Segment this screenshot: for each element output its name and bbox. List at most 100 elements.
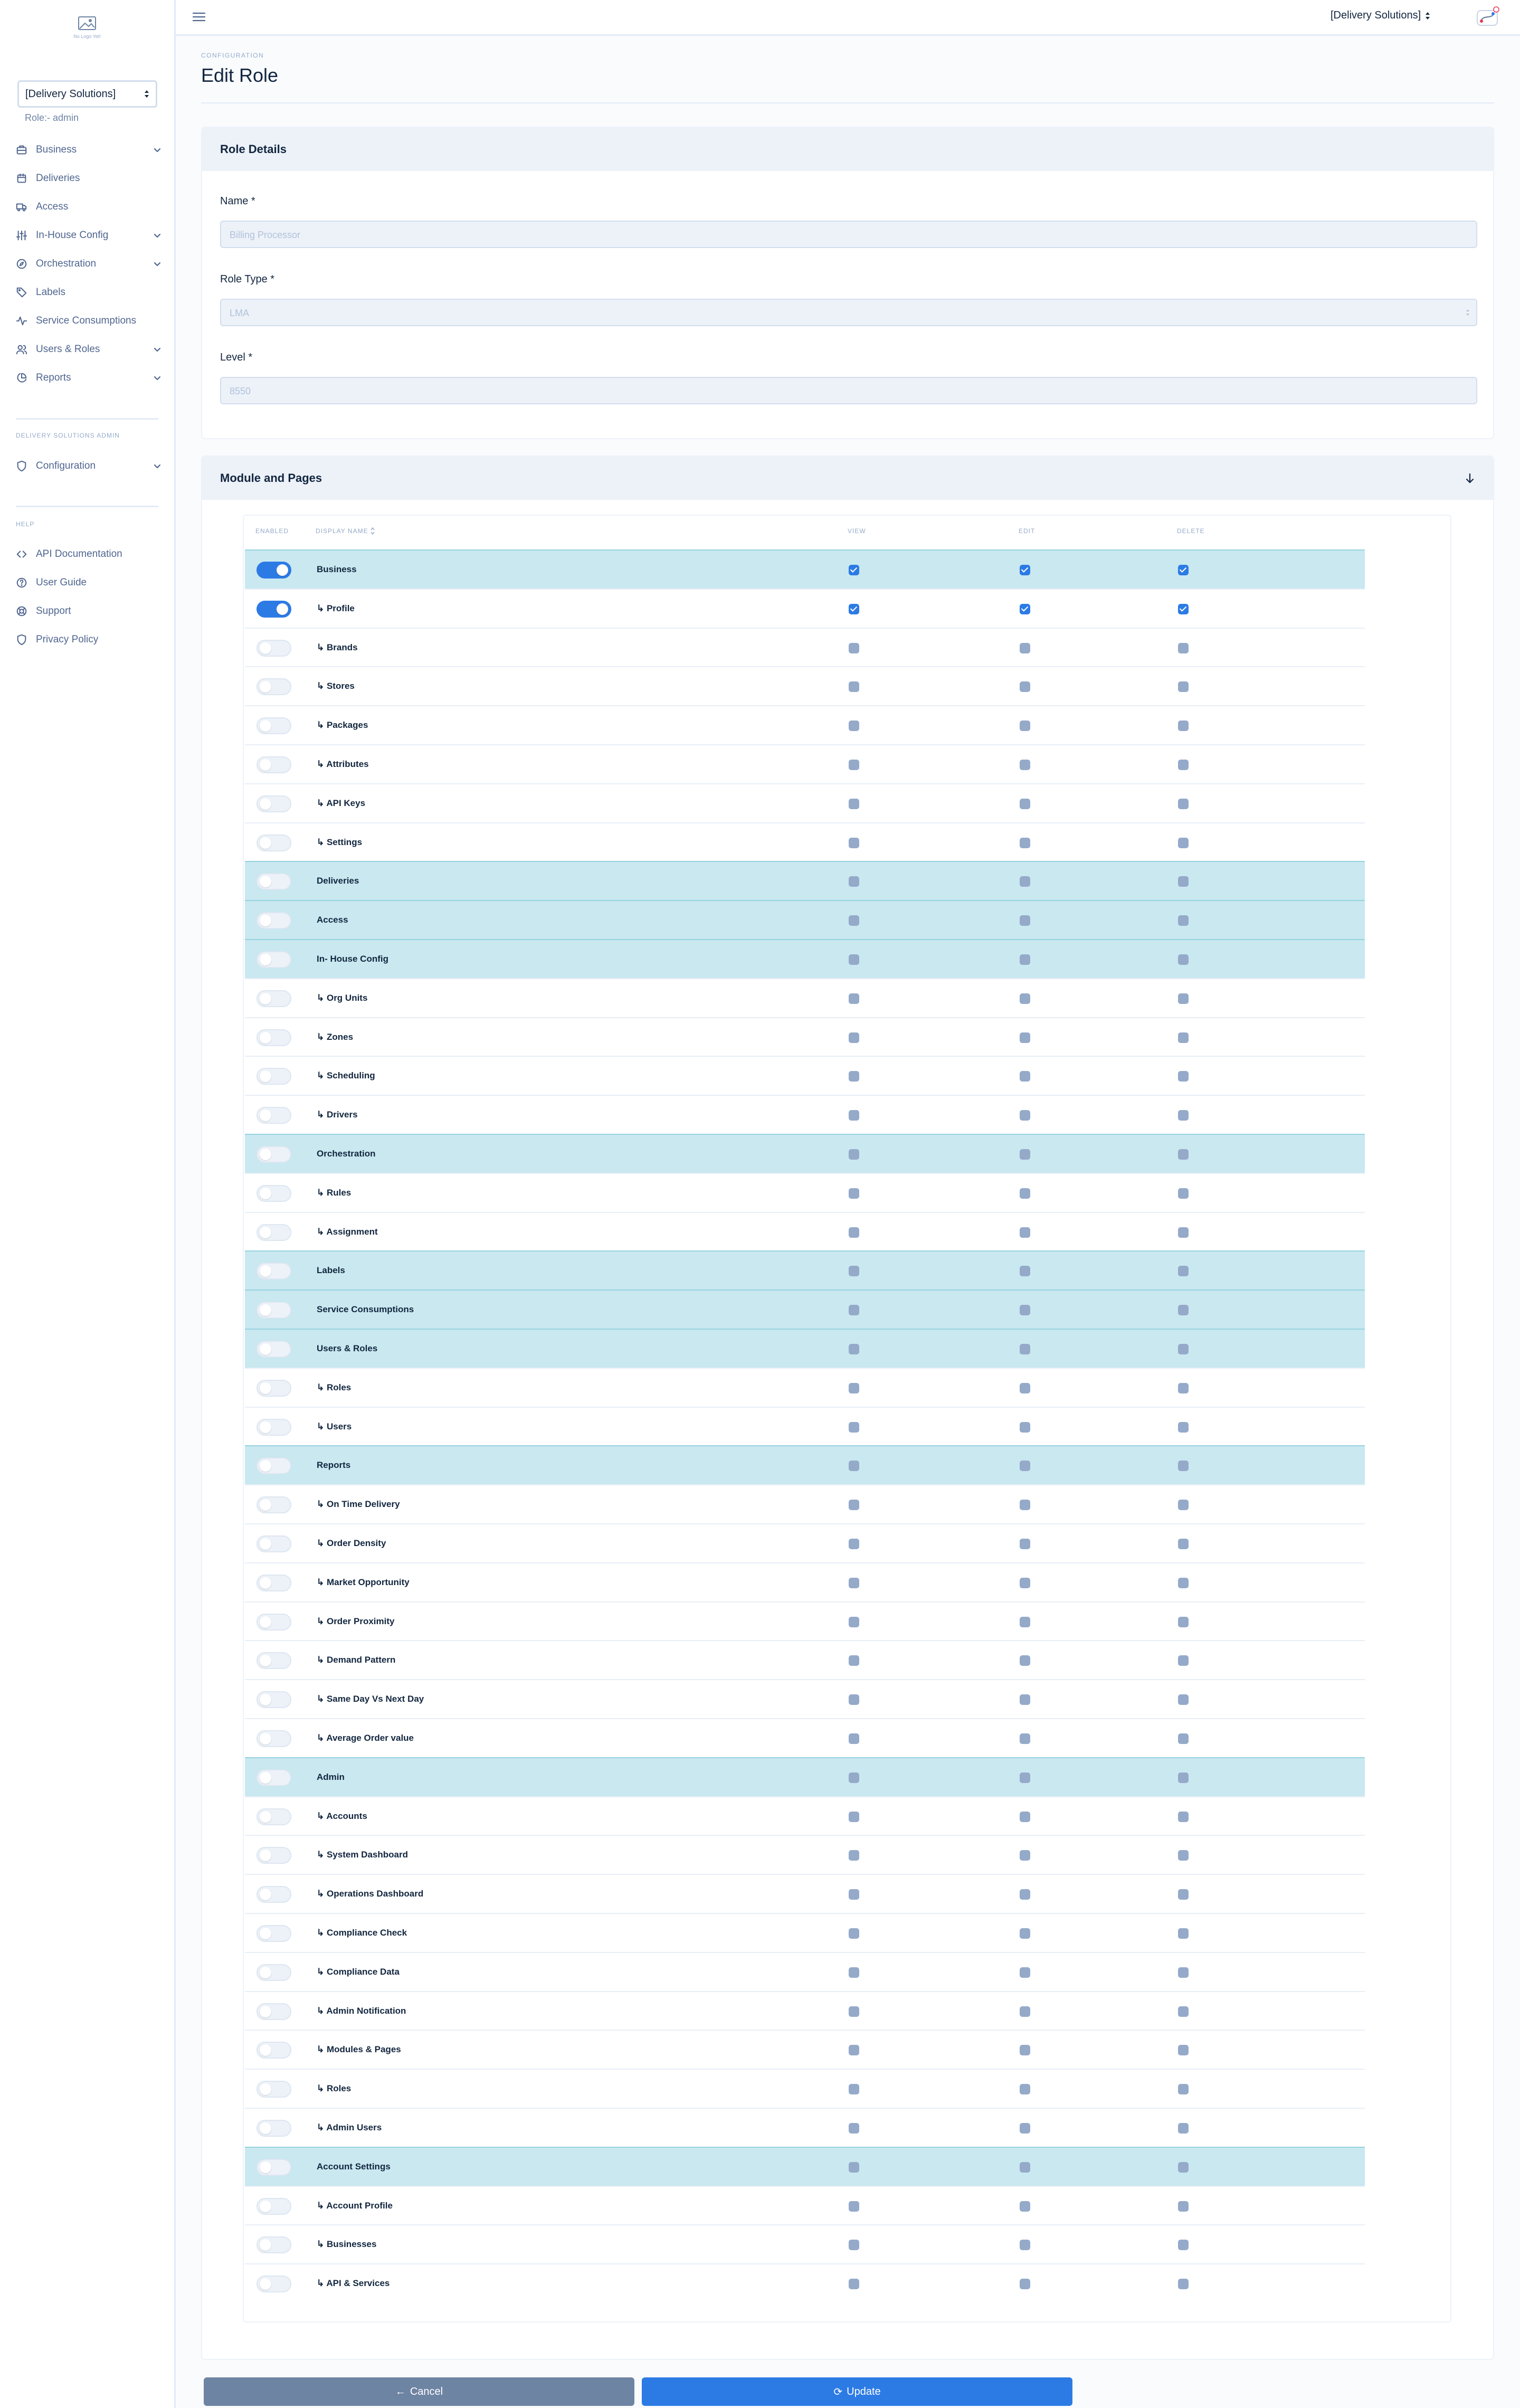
edit-checkbox[interactable] xyxy=(1020,993,1030,1004)
delete-checkbox[interactable] xyxy=(1178,1850,1189,1861)
arrow-down-icon[interactable] xyxy=(1465,472,1475,484)
edit-checkbox[interactable] xyxy=(1020,2279,1030,2290)
col-display-name[interactable]: DISPLAY NAME xyxy=(316,527,375,535)
sidebar-item-api-documentation[interactable]: API Documentation xyxy=(16,545,162,563)
delete-checkbox[interactable] xyxy=(1178,1733,1189,1744)
view-checkbox[interactable] xyxy=(849,1382,859,1393)
edit-checkbox[interactable] xyxy=(1020,1811,1030,1822)
view-checkbox[interactable] xyxy=(849,798,859,809)
edit-checkbox[interactable] xyxy=(1020,1461,1030,1472)
view-checkbox[interactable] xyxy=(849,2240,859,2251)
user-avatar-button[interactable] xyxy=(1474,5,1500,29)
delete-checkbox[interactable] xyxy=(1178,760,1189,770)
delete-checkbox[interactable] xyxy=(1178,1227,1189,1238)
view-checkbox[interactable] xyxy=(849,1071,859,1082)
enabled-toggle[interactable] xyxy=(256,1068,291,1085)
edit-checkbox[interactable] xyxy=(1020,603,1030,614)
edit-checkbox[interactable] xyxy=(1020,1967,1030,1978)
enabled-toggle[interactable] xyxy=(256,951,291,968)
edit-checkbox[interactable] xyxy=(1020,642,1030,653)
view-checkbox[interactable] xyxy=(849,1227,859,1238)
edit-checkbox[interactable] xyxy=(1020,1071,1030,1082)
view-checkbox[interactable] xyxy=(849,2161,859,2173)
sidebar-item-business[interactable]: Business xyxy=(16,141,162,159)
enabled-toggle[interactable] xyxy=(256,1730,291,1747)
edit-checkbox[interactable] xyxy=(1020,2006,1030,2017)
delete-checkbox[interactable] xyxy=(1178,642,1189,653)
view-checkbox[interactable] xyxy=(849,876,859,887)
sidebar-item-labels[interactable]: Labels xyxy=(16,283,162,301)
view-checkbox[interactable] xyxy=(849,1889,859,1900)
sidebar-item-access[interactable]: Access xyxy=(16,198,162,216)
enabled-toggle[interactable] xyxy=(256,639,291,657)
enabled-toggle[interactable] xyxy=(256,1613,291,1630)
view-checkbox[interactable] xyxy=(849,2279,859,2290)
delete-checkbox[interactable] xyxy=(1178,1461,1189,1472)
delete-checkbox[interactable] xyxy=(1178,2045,1189,2056)
edit-checkbox[interactable] xyxy=(1020,1577,1030,1588)
delete-checkbox[interactable] xyxy=(1178,1539,1189,1549)
view-checkbox[interactable] xyxy=(849,2006,859,2017)
view-checkbox[interactable] xyxy=(849,603,859,614)
delete-checkbox[interactable] xyxy=(1178,1032,1189,1043)
delete-checkbox[interactable] xyxy=(1178,565,1189,575)
sidebar-item-privacy-policy[interactable]: Privacy Policy xyxy=(16,631,162,649)
view-checkbox[interactable] xyxy=(849,1149,859,1160)
enabled-toggle[interactable] xyxy=(256,2158,291,2176)
edit-checkbox[interactable] xyxy=(1020,760,1030,770)
delete-checkbox[interactable] xyxy=(1178,876,1189,887)
enabled-toggle[interactable] xyxy=(256,2236,291,2254)
delete-checkbox[interactable] xyxy=(1178,2161,1189,2173)
edit-checkbox[interactable] xyxy=(1020,1110,1030,1121)
delete-checkbox[interactable] xyxy=(1178,1149,1189,1160)
view-checkbox[interactable] xyxy=(849,1616,859,1627)
enabled-toggle[interactable] xyxy=(256,756,291,773)
delete-checkbox[interactable] xyxy=(1178,1694,1189,1705)
edit-checkbox[interactable] xyxy=(1020,1305,1030,1316)
view-checkbox[interactable] xyxy=(849,1188,859,1199)
sidebar-item-user-guide[interactable]: User Guide xyxy=(16,574,162,592)
delete-checkbox[interactable] xyxy=(1178,2201,1189,2212)
edit-checkbox[interactable] xyxy=(1020,565,1030,575)
enabled-toggle[interactable] xyxy=(256,1224,291,1241)
delete-checkbox[interactable] xyxy=(1178,603,1189,614)
enabled-toggle[interactable] xyxy=(256,795,291,812)
enabled-toggle[interactable] xyxy=(256,2276,291,2293)
delete-checkbox[interactable] xyxy=(1178,2006,1189,2017)
delete-checkbox[interactable] xyxy=(1178,1967,1189,1978)
enabled-toggle[interactable] xyxy=(256,1107,291,1124)
role-type-select[interactable]: LMA xyxy=(220,299,1477,326)
sidebar-item-service-consumptions[interactable]: Service Consumptions xyxy=(16,312,162,330)
delete-checkbox[interactable] xyxy=(1178,1889,1189,1900)
enabled-toggle[interactable] xyxy=(256,912,291,930)
sidebar-item-in-house-config[interactable]: In-House Config xyxy=(16,226,162,244)
view-checkbox[interactable] xyxy=(849,1110,859,1121)
view-checkbox[interactable] xyxy=(849,1577,859,1588)
enabled-toggle[interactable] xyxy=(256,1302,291,1319)
edit-checkbox[interactable] xyxy=(1020,2161,1030,2173)
delete-checkbox[interactable] xyxy=(1178,1266,1189,1277)
enabled-toggle[interactable] xyxy=(256,1652,291,1670)
delete-checkbox[interactable] xyxy=(1178,1928,1189,1939)
edit-checkbox[interactable] xyxy=(1020,681,1030,693)
delete-checkbox[interactable] xyxy=(1178,1616,1189,1627)
enabled-toggle[interactable] xyxy=(256,1379,291,1397)
view-checkbox[interactable] xyxy=(849,1305,859,1316)
view-checkbox[interactable] xyxy=(849,1461,859,1472)
edit-checkbox[interactable] xyxy=(1020,2084,1030,2095)
delete-checkbox[interactable] xyxy=(1178,1188,1189,1199)
view-checkbox[interactable] xyxy=(849,1811,859,1822)
delete-checkbox[interactable] xyxy=(1178,1344,1189,1354)
menu-toggle-button[interactable] xyxy=(192,11,206,23)
view-checkbox[interactable] xyxy=(849,1772,859,1783)
view-checkbox[interactable] xyxy=(849,1500,859,1511)
delete-checkbox[interactable] xyxy=(1178,2084,1189,2095)
view-checkbox[interactable] xyxy=(849,837,859,848)
view-checkbox[interactable] xyxy=(849,915,859,926)
enabled-toggle[interactable] xyxy=(256,1925,291,1942)
enabled-toggle[interactable] xyxy=(256,717,291,735)
edit-checkbox[interactable] xyxy=(1020,720,1030,732)
enabled-toggle[interactable] xyxy=(256,1496,291,1514)
delete-checkbox[interactable] xyxy=(1178,798,1189,809)
view-checkbox[interactable] xyxy=(849,1655,859,1666)
